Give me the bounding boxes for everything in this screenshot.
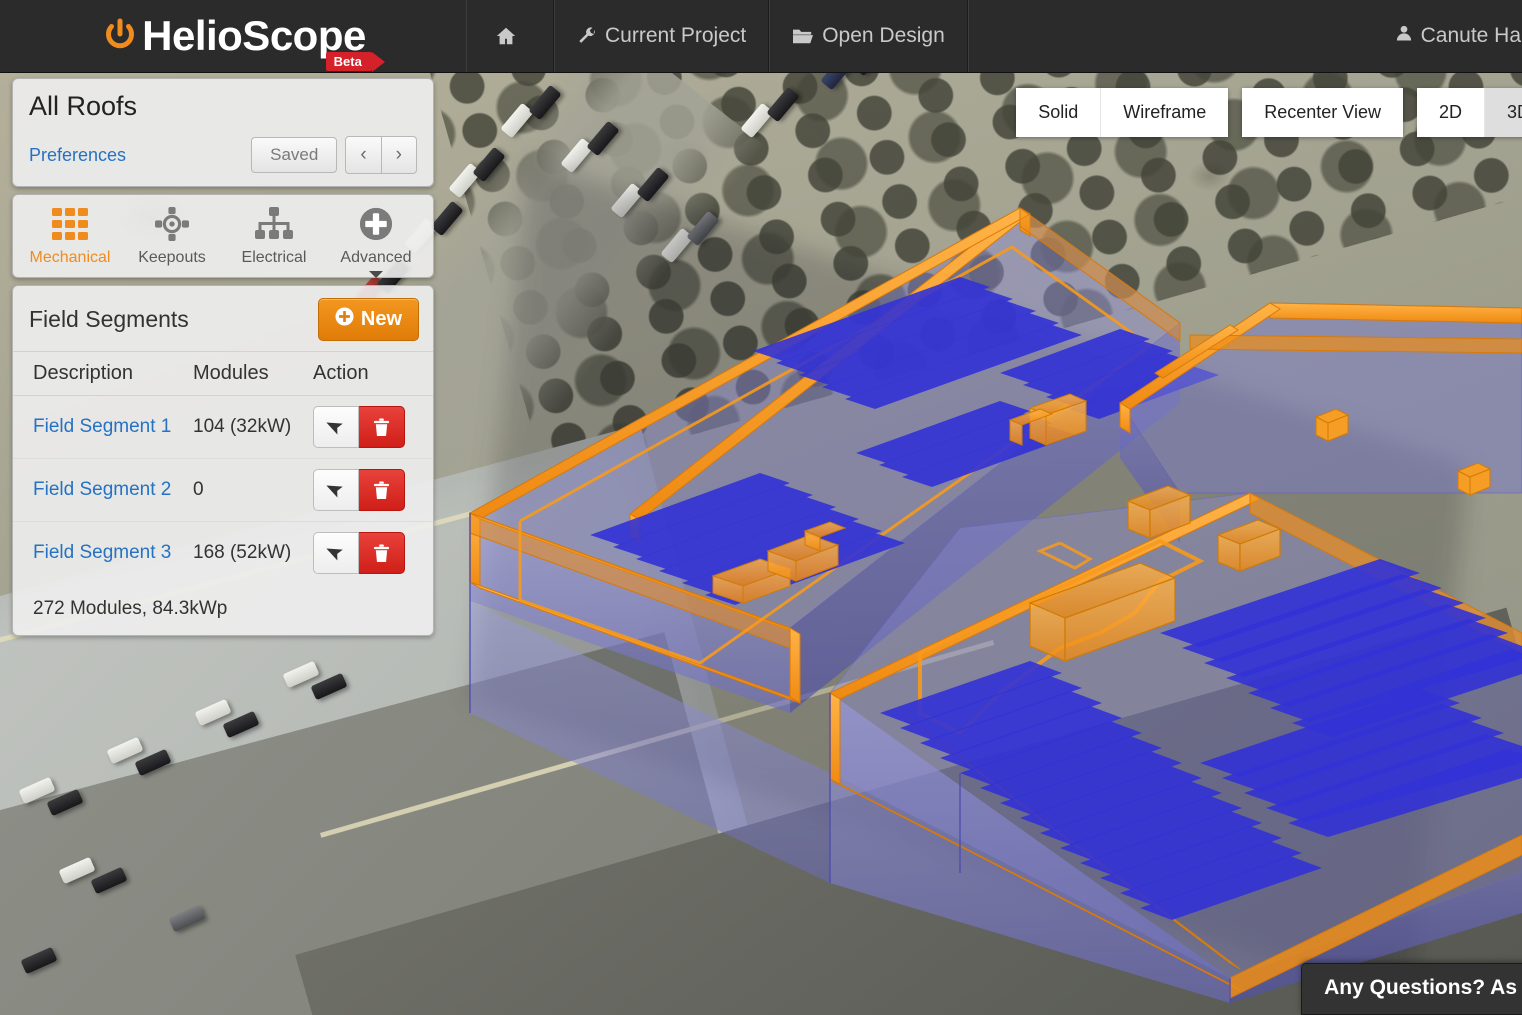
new-button-label: New <box>361 308 402 331</box>
field-segment-link[interactable]: Field Segment 3 <box>33 542 171 563</box>
new-field-segment-button[interactable]: New <box>318 298 419 341</box>
trash-icon[interactable] <box>359 532 405 574</box>
recenter-group: Recenter View <box>1242 88 1403 137</box>
tab-advanced[interactable]: Advanced <box>325 205 427 269</box>
field-segment-modules: 168 (52kW) <box>193 542 291 563</box>
page-title: All Roofs <box>29 91 417 122</box>
nav-home[interactable] <box>466 0 554 72</box>
navbar-spacer <box>968 0 1395 72</box>
table-row: Field Segment 2 0 <box>13 459 433 522</box>
nav-open-design-label: Open Design <box>822 24 945 48</box>
trash-icon[interactable] <box>359 406 405 448</box>
2d-button[interactable]: 2D <box>1417 88 1484 137</box>
saved-button[interactable]: Saved <box>251 137 337 173</box>
user-name: Canute Har <box>1421 24 1522 48</box>
field-segments-title: Field Segments <box>29 306 189 333</box>
preferences-link[interactable]: Preferences <box>29 145 126 166</box>
grid-icon <box>51 205 89 243</box>
row-actions <box>313 406 427 448</box>
cursor-arrow-icon[interactable] <box>313 469 359 511</box>
nav-current-project-label: Current Project <box>605 24 746 48</box>
cursor-arrow-icon[interactable] <box>313 532 359 574</box>
user-menu[interactable]: Canute Har <box>1395 0 1522 72</box>
table-row: Field Segment 1 104 (32kW) <box>13 396 433 459</box>
beta-badge: Beta <box>326 52 372 71</box>
prev-button[interactable]: ‹ <box>345 136 381 174</box>
brand-logo[interactable]: HelioScope Beta <box>0 0 466 72</box>
tab-advanced-label: Advanced <box>340 249 411 267</box>
tab-electrical[interactable]: Electrical <box>223 205 325 269</box>
plus-circle-icon <box>335 307 354 332</box>
field-segment-link[interactable]: Field Segment 1 <box>33 416 171 437</box>
chat-widget[interactable]: Any Questions? As <box>1301 963 1522 1015</box>
chevron-down-icon <box>369 271 383 278</box>
left-panel: All Roofs Preferences Saved ‹ › <box>12 78 434 643</box>
column-description: Description <box>13 352 193 396</box>
nav-open-design[interactable]: Open Design <box>769 0 968 72</box>
field-segment-modules: 0 <box>193 479 204 500</box>
view-controls: Solid Wireframe Recenter View 2D 3D <box>1016 88 1522 137</box>
3d-button[interactable]: 3D <box>1484 88 1522 137</box>
row-actions <box>313 469 427 511</box>
dimension-mode-group: 2D 3D <box>1417 88 1522 137</box>
field-segments-card: Field Segments New Description <box>12 285 434 636</box>
next-button[interactable]: › <box>382 136 417 174</box>
field-segments-table: Description Modules Action Field Segment… <box>13 352 433 584</box>
recenter-view-button[interactable]: Recenter View <box>1242 88 1403 137</box>
wrench-icon <box>577 26 597 46</box>
history-nav-group: ‹ › <box>345 136 417 174</box>
field-segment-modules: 104 (32kW) <box>193 416 291 437</box>
brand-name: HelioScope <box>142 15 366 57</box>
field-segments-summary: 272 Modules, 84.3kWp <box>13 584 433 635</box>
tab-keepouts-label: Keepouts <box>138 249 206 267</box>
tool-tabs: Mechanical Keepouts <box>12 194 434 278</box>
wireframe-button[interactable]: Wireframe <box>1100 88 1228 137</box>
power-icon <box>100 16 140 56</box>
cursor-arrow-icon[interactable] <box>313 406 359 448</box>
roof-header-card: All Roofs Preferences Saved ‹ › <box>12 78 434 187</box>
target-icon <box>153 205 191 243</box>
top-navbar: HelioScope Beta Current Project <box>0 0 1522 73</box>
folder-open-icon <box>792 26 814 46</box>
table-row: Field Segment 3 168 (52kW) <box>13 522 433 585</box>
render-mode-group: Solid Wireframe <box>1016 88 1228 137</box>
trash-icon[interactable] <box>359 469 405 511</box>
tab-keepouts[interactable]: Keepouts <box>121 205 223 269</box>
tab-mechanical[interactable]: Mechanical <box>19 205 121 269</box>
home-icon <box>495 25 517 47</box>
tab-electrical-label: Electrical <box>242 249 307 267</box>
field-segment-link[interactable]: Field Segment 2 <box>33 479 171 500</box>
plus-circle-icon <box>357 205 395 243</box>
user-icon <box>1395 24 1413 48</box>
nav-current-project[interactable]: Current Project <box>554 0 769 72</box>
column-modules: Modules <box>193 352 313 396</box>
solid-button[interactable]: Solid <box>1016 88 1100 137</box>
row-actions <box>313 532 427 574</box>
hierarchy-icon <box>255 205 293 243</box>
helioscope-app: HelioScope Beta Current Project <box>0 0 1522 1015</box>
column-action: Action <box>313 352 433 396</box>
tab-mechanical-label: Mechanical <box>30 249 111 267</box>
table-header-row: Description Modules Action <box>13 352 433 396</box>
